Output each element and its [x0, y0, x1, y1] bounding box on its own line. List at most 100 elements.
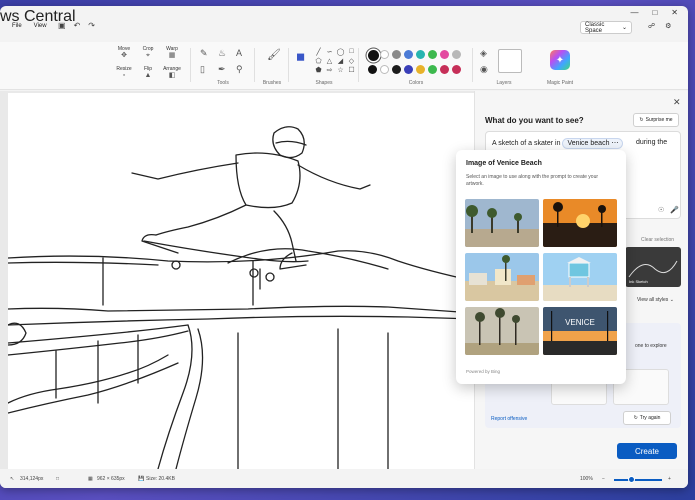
color-swatch[interactable]: [416, 50, 425, 59]
eraser-icon[interactable]: ▯: [200, 64, 205, 75]
pentagon-shape-icon[interactable]: ⬟: [314, 66, 323, 74]
watermark-text: ws Central: [0, 8, 76, 25]
color-swatch[interactable]: [404, 50, 413, 59]
shapes-caption: Shapes: [315, 80, 333, 86]
file-icon: 💾: [138, 476, 145, 482]
color-swatch[interactable]: [380, 50, 389, 59]
chip-label: Venice beach: [567, 140, 610, 147]
flip-tool[interactable]: Flip ▲: [136, 66, 160, 80]
triangle-shape-icon[interactable]: △: [325, 57, 334, 65]
layer-preview[interactable]: [498, 49, 522, 73]
color-swatch[interactable]: [452, 50, 461, 59]
color-swatch[interactable]: [380, 65, 389, 74]
zoom-in-icon[interactable]: +: [668, 476, 671, 482]
more-icon: ⋯: [611, 140, 619, 147]
surprise-me-button[interactable]: ↻ Surprise me: [633, 113, 679, 127]
zoom-out-icon[interactable]: −: [602, 476, 605, 482]
prompt-chip[interactable]: Venice beach ⋯: [562, 138, 624, 149]
layers-group: ◈ ◉ Layers: [476, 46, 532, 86]
star-shape-icon[interactable]: ☆: [336, 66, 345, 74]
color-swatch[interactable]: [440, 50, 449, 59]
create-button[interactable]: Create: [617, 443, 677, 459]
resize-icon: ▫: [122, 72, 126, 79]
canvas-size-icon: ▦: [88, 476, 93, 482]
image-option[interactable]: [465, 253, 539, 301]
arrow-shape-icon[interactable]: ⇨: [325, 66, 334, 74]
try-again-button[interactable]: ↻ Try again: [623, 411, 671, 425]
color-swatch[interactable]: [392, 50, 401, 59]
color-swatch[interactable]: [368, 65, 377, 74]
report-offensive-link[interactable]: Report offensive: [491, 416, 527, 422]
color-swatch[interactable]: [440, 65, 449, 74]
photo-venice-sign: VENICE: [543, 307, 617, 355]
ribbon: Move ✥ Crop ⌖ Warp ▦ Resize ▫ Flip ▲ Arr…: [0, 42, 688, 90]
chevron-down-icon: ⌄: [669, 297, 674, 303]
zoom-slider-thumb[interactable]: [628, 476, 635, 483]
maximize-icon[interactable]: □: [652, 8, 657, 17]
resize-tool[interactable]: Resize ▫: [112, 66, 136, 80]
color-swatch[interactable]: [416, 65, 425, 74]
crop-tool[interactable]: Crop ⌖: [136, 46, 160, 60]
clear-selection-link[interactable]: Clear selection: [641, 237, 674, 243]
color-swatch[interactable]: [428, 65, 437, 74]
refresh-icon: ↻: [633, 415, 638, 421]
polygon-shape-icon[interactable]: ⬠: [314, 57, 323, 65]
tools-group: ✎ ♨ A ▯ ✒ ⚲ Tools: [196, 46, 250, 86]
magic-paint-group: ✦ Magic Paint: [540, 46, 580, 86]
rect-shape-icon[interactable]: □: [347, 48, 356, 56]
window-controls: — □ ✕: [630, 8, 678, 17]
curve-shape-icon[interactable]: ∽: [325, 48, 334, 56]
venice-sign-text: VENICE: [565, 318, 595, 327]
image-option[interactable]: [543, 199, 617, 247]
photo-sunset-palms: [543, 199, 617, 247]
sparkle-icon: ✦: [555, 54, 565, 66]
move-tool[interactable]: Move ✥: [112, 46, 136, 60]
view-all-styles-link[interactable]: View all styles ⌄: [637, 297, 674, 303]
panel-close-icon[interactable]: ✕: [673, 97, 681, 108]
minimize-icon[interactable]: —: [630, 8, 638, 17]
fill-icon[interactable]: ♨: [218, 48, 226, 59]
share-icon[interactable]: ☍: [648, 22, 655, 30]
right-triangle-shape-icon[interactable]: ◢: [336, 57, 345, 65]
drawing-canvas[interactable]: [7, 93, 475, 470]
callout-shape-icon[interactable]: ☐: [347, 66, 356, 74]
image-settings-icon[interactable]: ☉: [658, 206, 664, 216]
zoom-level[interactable]: 100%: [580, 476, 593, 482]
space-dropdown[interactable]: Classic Space ⌄: [580, 21, 632, 34]
color-swatch[interactable]: [452, 65, 461, 74]
image-option[interactable]: [543, 253, 617, 301]
color-swatch[interactable]: [368, 50, 379, 61]
zoom-slider[interactable]: [614, 479, 662, 481]
shapes-icon[interactable]: ◼: [296, 50, 305, 63]
close-icon[interactable]: ✕: [671, 8, 678, 17]
pencil-icon[interactable]: ✎: [200, 48, 208, 59]
color-picker-icon[interactable]: ✒: [218, 64, 226, 75]
arrange-tool[interactable]: Arrange ◧: [160, 66, 184, 80]
color-swatch[interactable]: [428, 50, 437, 59]
settings-icon[interactable]: ⚙: [665, 22, 671, 30]
warp-tool[interactable]: Warp ▦: [160, 46, 184, 60]
style-thumbnail[interactable]: Ink Sketch: [625, 247, 681, 287]
text-icon[interactable]: A: [236, 48, 242, 58]
color-swatch[interactable]: [392, 65, 401, 74]
divider: [358, 48, 359, 82]
image-option[interactable]: [465, 199, 539, 247]
image-option[interactable]: VENICE: [543, 307, 617, 355]
image-option[interactable]: [465, 307, 539, 355]
redo-icon[interactable]: ↷: [88, 21, 95, 30]
background-icon[interactable]: ◉: [480, 64, 488, 75]
color-swatch[interactable]: [404, 65, 413, 74]
move-icon: ✥: [121, 52, 127, 59]
colors-caption: Colors: [408, 80, 424, 86]
oval-shape-icon[interactable]: ◯: [336, 48, 345, 56]
diamond-shape-icon[interactable]: ◇: [347, 57, 356, 65]
brushes-group[interactable]: 🖌 Brushes: [262, 46, 282, 86]
magnifier-icon[interactable]: ⚲: [236, 64, 243, 75]
line-shape-icon[interactable]: ╱: [314, 48, 323, 56]
magic-caption: Magic Paint: [546, 80, 574, 86]
skater-sketch: [7, 126, 475, 470]
microphone-icon[interactable]: 🎤: [670, 206, 679, 216]
layers-icon[interactable]: ◈: [480, 48, 487, 59]
view-styles-label: View all styles: [637, 297, 669, 303]
magic-paint-button[interactable]: ✦: [550, 50, 570, 70]
